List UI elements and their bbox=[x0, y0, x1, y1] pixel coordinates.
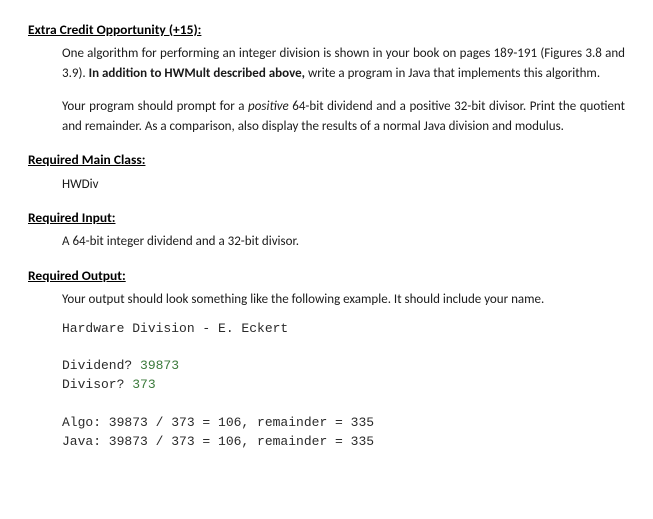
example-output-algo: Algo: 39873 / 373 = 106, remainder = 335 bbox=[62, 414, 625, 433]
required-input-value: A 64-bit integer dividend and a 32-bit d… bbox=[62, 232, 625, 252]
extra-credit-para-1: One algorithm for performing an integer … bbox=[62, 44, 625, 83]
example-output-dividend: Dividend? 39873 bbox=[62, 357, 625, 376]
section-required-input: Required Input: A 64-bit integer dividen… bbox=[28, 208, 625, 252]
label-dividend: Dividend? bbox=[62, 358, 140, 373]
heading-extra-credit: Extra Credit Opportunity (+15): bbox=[28, 20, 625, 40]
required-output-intro: Your output should look something like t… bbox=[62, 290, 625, 310]
text-run: write a program in Java that implements … bbox=[308, 66, 600, 81]
text-run-italic: positive bbox=[248, 99, 289, 114]
section-main-class: Required Main Class: HWDiv bbox=[28, 150, 625, 194]
heading-main-class: Required Main Class: bbox=[28, 150, 625, 170]
section-extra-credit: Extra Credit Opportunity (+15): One algo… bbox=[28, 20, 625, 136]
extra-credit-para-2: Your program should prompt for a positiv… bbox=[62, 97, 625, 136]
section-required-output: Required Output: Your output should look… bbox=[28, 266, 625, 452]
example-output-blank-2 bbox=[62, 395, 625, 414]
text-run-bold: In addition to HWMult described above, bbox=[89, 66, 308, 81]
example-output-java: Java: 39873 / 373 = 106, remainder = 335 bbox=[62, 433, 625, 452]
text-run: Your program should prompt for a bbox=[62, 99, 248, 114]
main-class-value: HWDiv bbox=[62, 175, 625, 195]
example-output-divisor: Divisor? 373 bbox=[62, 376, 625, 395]
example-output-blank-1 bbox=[62, 338, 625, 357]
value-divisor: 373 bbox=[132, 377, 155, 392]
example-output-title: Hardware Division - E. Eckert bbox=[62, 320, 625, 339]
label-divisor: Divisor? bbox=[62, 377, 132, 392]
heading-required-output: Required Output: bbox=[28, 266, 625, 286]
value-dividend: 39873 bbox=[140, 358, 179, 373]
heading-required-input: Required Input: bbox=[28, 208, 625, 228]
